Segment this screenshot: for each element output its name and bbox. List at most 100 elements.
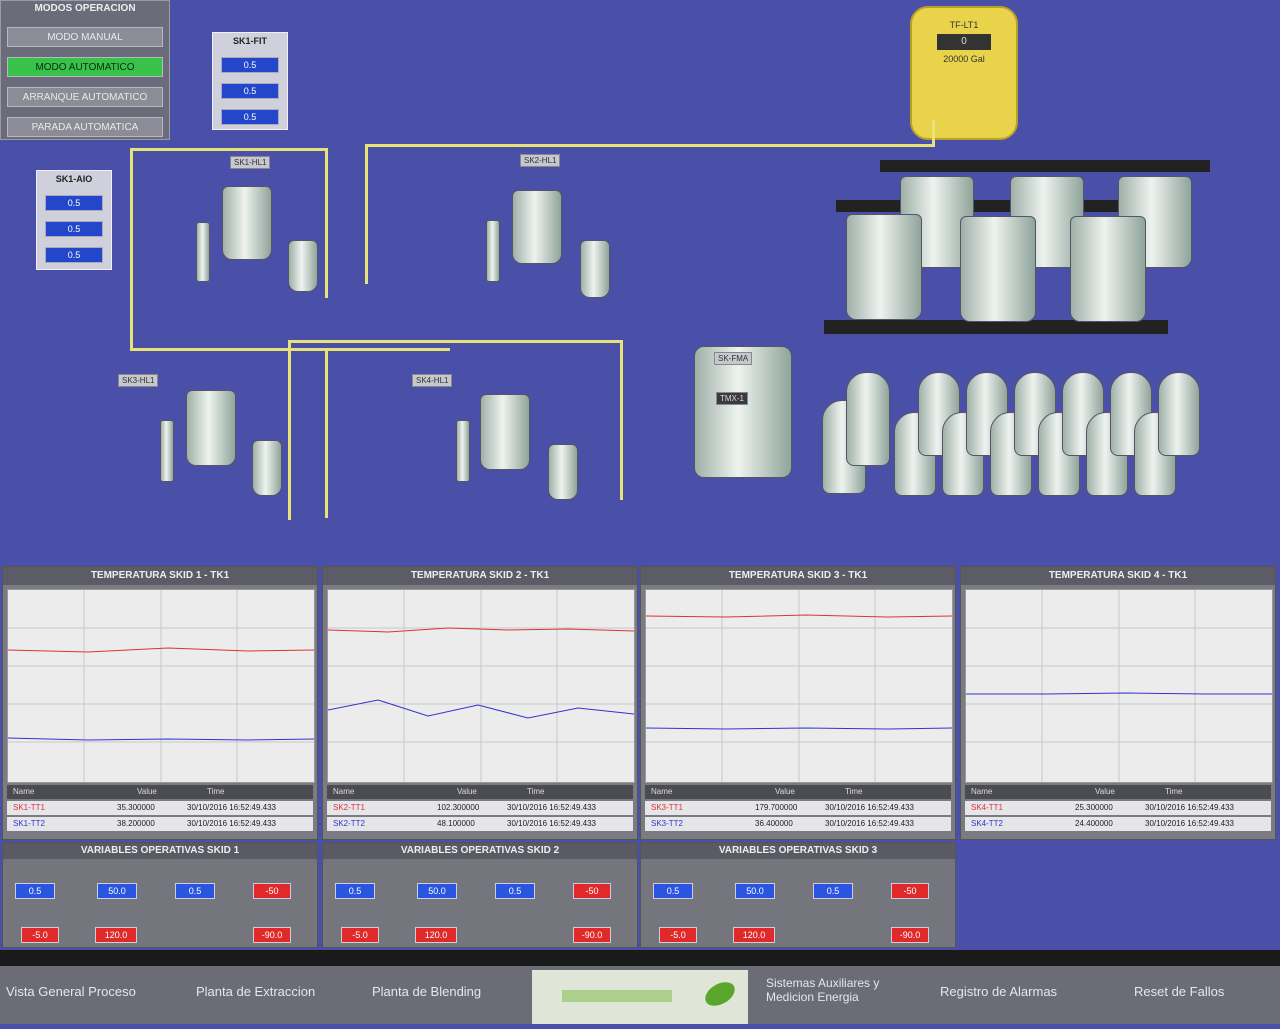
auto-mode-button[interactable]: MODO AUTOMATICO [7, 57, 163, 77]
setpoint-value[interactable]: -50 [891, 883, 929, 899]
skid4-separator[interactable] [548, 444, 578, 500]
legend-col-time: Time [207, 787, 225, 796]
blend-tank[interactable] [960, 216, 1036, 322]
setpoint-value[interactable]: -5.0 [341, 927, 379, 943]
skid2-reactor[interactable] [512, 190, 562, 264]
trend-plot [966, 590, 1272, 782]
auto-start-button[interactable]: ARRANQUE AUTOMATICO [7, 87, 163, 107]
company-logo [532, 970, 748, 1024]
variable-value[interactable]: 50.0 [97, 883, 137, 899]
variable-value[interactable]: 0.5 [495, 883, 535, 899]
flow-value-3: 0.5 [221, 109, 279, 125]
setpoint-value[interactable]: -50 [253, 883, 291, 899]
setpoint-value[interactable]: 120.0 [95, 927, 137, 943]
rack-beam [836, 200, 1166, 212]
chart-title: TEMPERATURA SKID 4 - TK1 [961, 567, 1275, 585]
legend-row[interactable]: SK3-TT2 36.400000 30/10/2016 16:52:49.43… [645, 817, 951, 831]
rack-beam [824, 320, 1168, 334]
variables-panel-skid2: VARIABLES OPERATIVAS SKID 2 0.5 50.0 0.5… [322, 842, 638, 948]
legend-col-value: Value [137, 787, 157, 796]
mixing-tank-value: TMX-1 [716, 392, 748, 405]
small-tank[interactable] [846, 372, 890, 466]
legend-row[interactable]: SK2-TT2 48.100000 30/10/2016 16:52:49.43… [327, 817, 633, 831]
pipe [325, 148, 328, 298]
storage-tank[interactable]: TF-LT1 0 20000 Gal [910, 6, 1018, 140]
mode-panel: MODOS OPERACION MODO MANUAL MODO AUTOMAT… [0, 0, 170, 140]
trend-chart[interactable] [7, 589, 315, 783]
blend-tank[interactable] [846, 214, 922, 320]
chart-title: TEMPERATURA SKID 3 - TK1 [641, 567, 955, 585]
legend-row[interactable]: SK4-TT1 25.300000 30/10/2016 16:52:49.43… [965, 801, 1271, 815]
nav-reset-faults[interactable]: Reset de Fallos [1134, 984, 1224, 999]
skid3-reactor[interactable] [186, 390, 236, 466]
skid1-separator[interactable] [288, 240, 318, 292]
legend-value: 179.700000 [755, 803, 798, 812]
skid2-separator[interactable] [580, 240, 610, 298]
trend-chart[interactable] [327, 589, 635, 783]
nav-alarm-log[interactable]: Registro de Alarmas [940, 984, 1057, 999]
nav-extraction-plant[interactable]: Planta de Extraccion [196, 984, 315, 999]
nav-auxiliary-systems[interactable]: Sistemas Auxiliares y Medicion Energia [766, 976, 916, 1004]
skid2-label: SK2-HL1 [520, 154, 561, 167]
trend-plot [327, 590, 635, 782]
nav-blending-plant[interactable]: Planta de Blending [372, 984, 481, 999]
legend-col-time: Time [845, 787, 863, 796]
legend-time: 30/10/2016 16:52:49.433 [507, 819, 596, 828]
trend-chart[interactable] [645, 589, 953, 783]
setpoint-value[interactable]: -5.0 [21, 927, 59, 943]
storage-tank-capacity: 20000 Gal [943, 54, 985, 64]
legend-value: 38.200000 [117, 819, 155, 828]
legend-col-name: Name [13, 787, 35, 796]
chart-title: TEMPERATURA SKID 1 - TK1 [3, 567, 317, 585]
legend-row[interactable]: SK4-TT2 24.400000 30/10/2016 16:52:49.43… [965, 817, 1271, 831]
legend-row[interactable]: SK3-TT1 179.700000 30/10/2016 16:52:49.4… [645, 801, 951, 815]
legend-col-name: Name [971, 787, 993, 796]
manual-mode-button[interactable]: MODO MANUAL [7, 27, 163, 47]
legend-col-name: Name [333, 787, 355, 796]
skid4-label: SK4-HL1 [412, 374, 453, 387]
setpoint-value[interactable]: -5.0 [659, 927, 697, 943]
skid2-column[interactable] [486, 220, 500, 282]
legend-value: 36.400000 [755, 819, 793, 828]
flow-panel-left: SK1-AIO 0.5 0.5 0.5 [36, 170, 112, 270]
skid3-label: SK3-HL1 [118, 374, 159, 387]
flow-panel-top-title: SK1-FIT [232, 36, 267, 46]
legend-row[interactable]: SK1-TT2 38.200000 30/10/2016 16:52:49.43… [7, 817, 313, 831]
setpoint-value[interactable]: 120.0 [415, 927, 457, 943]
skid1-label: SK1-HL1 [230, 156, 271, 169]
setpoint-value[interactable]: -90.0 [891, 927, 929, 943]
trend-chart[interactable] [965, 589, 1273, 783]
legend-row[interactable]: SK1-TT1 35.300000 30/10/2016 16:52:49.43… [7, 801, 313, 815]
variable-value[interactable]: 0.5 [335, 883, 375, 899]
blend-tank[interactable] [1070, 216, 1146, 322]
skid3-separator[interactable] [252, 440, 282, 496]
setpoint-value[interactable]: -50 [573, 883, 611, 899]
skid1-column[interactable] [196, 222, 210, 282]
rack-beam [880, 160, 1210, 172]
flow-value-2: 0.5 [221, 83, 279, 99]
mixing-tank[interactable] [694, 346, 792, 478]
variables-panel-title: VARIABLES OPERATIVAS SKID 2 [323, 843, 637, 859]
variable-value[interactable]: 50.0 [417, 883, 457, 899]
auto-stop-button[interactable]: PARADA AUTOMATICA [7, 117, 163, 137]
skid1-reactor[interactable] [222, 186, 272, 260]
legend-row[interactable]: SK2-TT1 102.300000 30/10/2016 16:52:49.4… [327, 801, 633, 815]
skid4-column[interactable] [456, 420, 470, 482]
variable-value[interactable]: 0.5 [15, 883, 55, 899]
trend-plot [645, 590, 953, 782]
small-tank[interactable] [1158, 372, 1200, 456]
pipe [620, 340, 623, 500]
setpoint-value[interactable]: -90.0 [253, 927, 291, 943]
skid4-reactor[interactable] [480, 394, 530, 470]
skid3-column[interactable] [160, 420, 174, 482]
legend-name: SK3-TT2 [651, 819, 684, 828]
variable-value[interactable]: 0.5 [653, 883, 693, 899]
nav-process-overview[interactable]: Vista General Proceso [6, 984, 136, 999]
setpoint-value[interactable]: -90.0 [573, 927, 611, 943]
variable-value[interactable]: 0.5 [813, 883, 853, 899]
setpoint-value[interactable]: 120.0 [733, 927, 775, 943]
legend-col-value: Value [775, 787, 795, 796]
variable-value[interactable]: 50.0 [735, 883, 775, 899]
variable-value[interactable]: 0.5 [175, 883, 215, 899]
chart-panel-skid3: TEMPERATURA SKID 3 - TK1 Name Value Time… [640, 566, 956, 840]
